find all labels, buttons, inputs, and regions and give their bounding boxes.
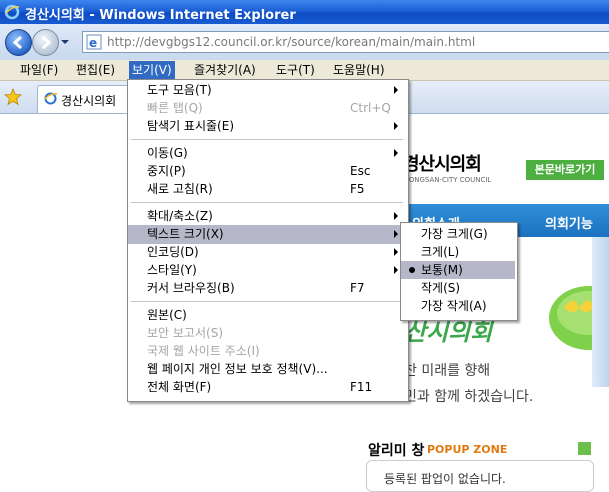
submenu-arrow-icon	[394, 230, 398, 238]
ie-page-icon	[44, 92, 58, 105]
view-item-quick-tabs[interactable]: 빠른 탭(Q)	[147, 99, 203, 117]
view-item-style[interactable]: 스타일(Y)	[147, 261, 197, 279]
site-logo-subtitle: YEONGSAN-CITY COUNCIL	[400, 176, 492, 184]
view-item-toolbars[interactable]: 도구 모음(T)	[147, 81, 212, 99]
view-item-international-address[interactable]: 국제 웹 사이트 주소(I)	[147, 342, 260, 360]
menu-edit[interactable]: 편집(E)	[73, 61, 118, 79]
text-size-larger[interactable]: 크게(L)	[421, 243, 459, 261]
menu-tools[interactable]: 도구(T)	[273, 61, 318, 79]
address-text[interactable]: http://devgbgs12.council.or.kr/source/ko…	[107, 35, 475, 49]
banner-scroll-panel	[592, 237, 609, 387]
shortcut-stop: Esc	[350, 164, 371, 178]
view-item-encoding[interactable]: 인코딩(D)	[147, 243, 199, 261]
shortcut-quick-tabs: Ctrl+Q	[350, 101, 391, 115]
svg-text:e: e	[89, 36, 97, 50]
view-item-privacy-policy[interactable]: 웹 페이지 개인 정보 보호 정책(V)...	[147, 360, 328, 378]
shortcut-refresh: F5	[350, 182, 365, 196]
text-size-medium[interactable]: 보통(M)	[421, 261, 463, 279]
ie-logo-icon	[4, 4, 20, 20]
submenu-arrow-icon	[394, 86, 398, 94]
view-item-refresh[interactable]: 새로 고침(R)	[147, 180, 213, 198]
menu-separator	[131, 301, 403, 302]
text-size-smallest[interactable]: 가장 작게(A)	[421, 297, 487, 315]
view-item-explorer-bars[interactable]: 탐색기 표시줄(E)	[147, 117, 234, 135]
popup-zone-subtitle: POPUP ZONE	[427, 443, 508, 456]
nav-council-functions[interactable]: 의회기능	[545, 213, 593, 232]
tab-label: 경산시의회	[61, 94, 117, 108]
shortcut-caret-browsing: F7	[350, 281, 365, 295]
hero-slogan-line1: 찬 미래를 향해	[404, 363, 491, 379]
popup-empty-message: 등록된 팝업이 없습니다.	[384, 472, 506, 486]
selected-bullet-icon	[409, 267, 415, 273]
menu-view[interactable]: 보기(V)	[129, 61, 175, 79]
view-item-text-size[interactable]: 텍스트 크기(X)	[147, 225, 224, 243]
view-item-source[interactable]: 원본(C)	[147, 306, 187, 324]
menu-file[interactable]: 파일(F)	[17, 61, 61, 79]
forward-button[interactable]	[32, 29, 59, 56]
view-item-caret-browsing[interactable]: 커서 브라우징(B)	[147, 279, 235, 297]
shortcut-full-screen: F11	[350, 380, 373, 394]
hero-slogan-line2: 민과 함께 하겠습니다.	[404, 389, 534, 405]
site-logo[interactable]: 경산시의회	[403, 150, 482, 176]
submenu-arrow-icon	[394, 212, 398, 220]
page-icon: e	[86, 34, 102, 50]
window-title: 경산시의회 - Windows Internet Explorer	[25, 8, 296, 23]
text-size-largest[interactable]: 가장 크게(G)	[421, 225, 488, 243]
menu-separator	[131, 139, 403, 140]
star-icon[interactable]	[4, 88, 22, 106]
submenu-arrow-icon	[394, 248, 398, 256]
submenu-arrow-icon	[394, 266, 398, 274]
forward-arrow-icon	[41, 35, 52, 50]
view-item-go-to[interactable]: 이동(G)	[147, 144, 188, 162]
menu-help[interactable]: 도움말(H)	[330, 61, 388, 79]
chevron-down-icon[interactable]	[60, 37, 70, 47]
back-button[interactable]	[5, 29, 32, 56]
text-size-smaller[interactable]: 작게(S)	[421, 279, 460, 297]
back-arrow-icon	[12, 35, 23, 50]
popup-zone-badge	[578, 442, 591, 455]
popup-zone-title: 알리미 창	[368, 443, 425, 459]
menu-favorites[interactable]: 즐겨찾기(A)	[191, 61, 259, 79]
submenu-arrow-icon	[394, 122, 398, 130]
menu-separator	[131, 202, 403, 203]
view-item-full-screen[interactable]: 전체 화면(F)	[147, 378, 211, 396]
submenu-arrow-icon	[394, 149, 398, 157]
view-item-stop[interactable]: 중지(P)	[147, 162, 186, 180]
view-item-security-report[interactable]: 보안 보고서(S)	[147, 324, 223, 342]
view-item-zoom[interactable]: 확대/축소(Z)	[147, 207, 213, 225]
skip-to-content-button[interactable]: 본문바로가기	[526, 160, 604, 180]
